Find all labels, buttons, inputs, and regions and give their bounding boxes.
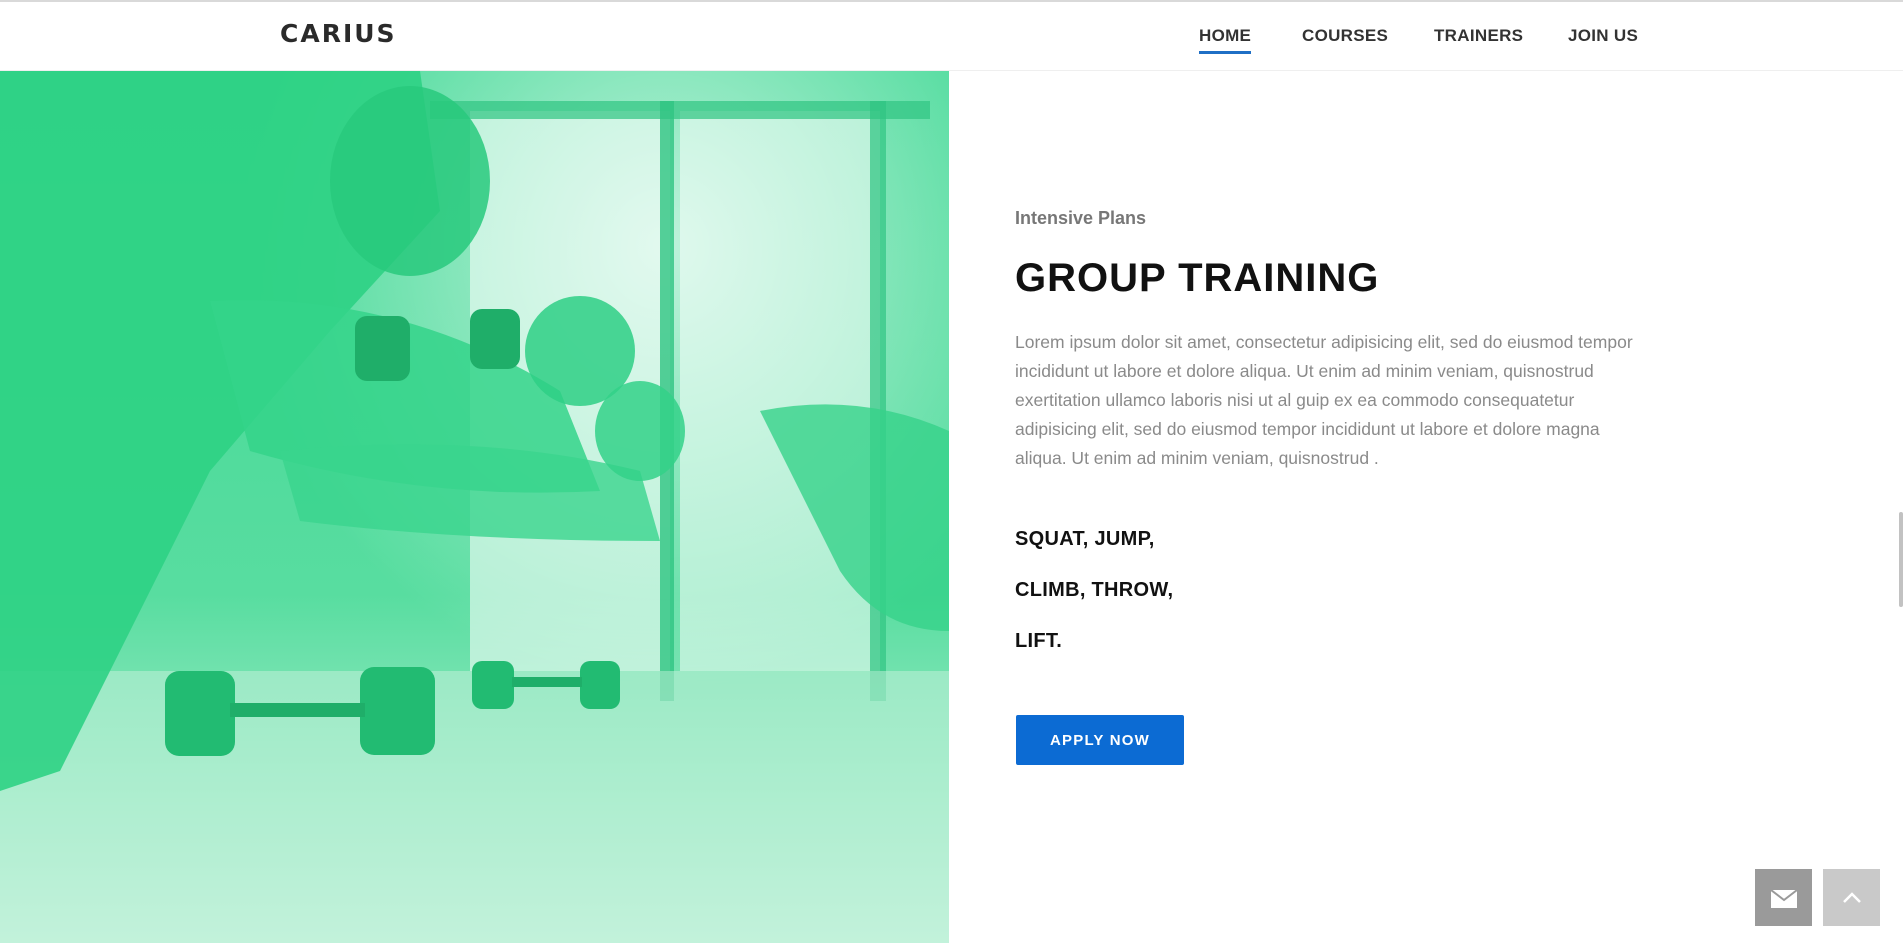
exercise-line-3: LIFT. — [1015, 630, 1063, 652]
exercise-line-1: SQUAT, JUMP, — [1015, 528, 1155, 550]
nav-courses[interactable]: COURSES — [1302, 26, 1388, 51]
section-title: GROUP TRAINING — [1015, 256, 1380, 300]
section-description: Lorem ipsum dolor sit amet, consectetur … — [1015, 332, 1633, 468]
nav-home[interactable]: HOME — [1199, 26, 1252, 54]
section-eyebrow: Intensive Plans — [1015, 208, 1147, 228]
page-scrollbar[interactable] — [1899, 512, 1903, 607]
envelope-icon — [1770, 888, 1797, 908]
apply-now-button[interactable]: APPLY NOW — [1016, 715, 1184, 765]
group-training-image — [0, 71, 949, 943]
nav-trainers[interactable]: TRAINERS — [1434, 26, 1523, 51]
main-nav: HOME COURSES TRAINERS JOIN US — [0, 26, 1903, 56]
site-header: CARIUS HOME COURSES TRAINERS JOIN US — [0, 2, 1903, 71]
chevron-up-icon — [1842, 891, 1861, 903]
exercise-line-2: CLIMB, THROW, — [1015, 579, 1174, 601]
training-illustration — [0, 71, 949, 943]
nav-join-us[interactable]: JOIN US — [1568, 26, 1638, 51]
contact-mail-button[interactable] — [1755, 869, 1812, 926]
scroll-to-top-button[interactable] — [1823, 869, 1880, 926]
